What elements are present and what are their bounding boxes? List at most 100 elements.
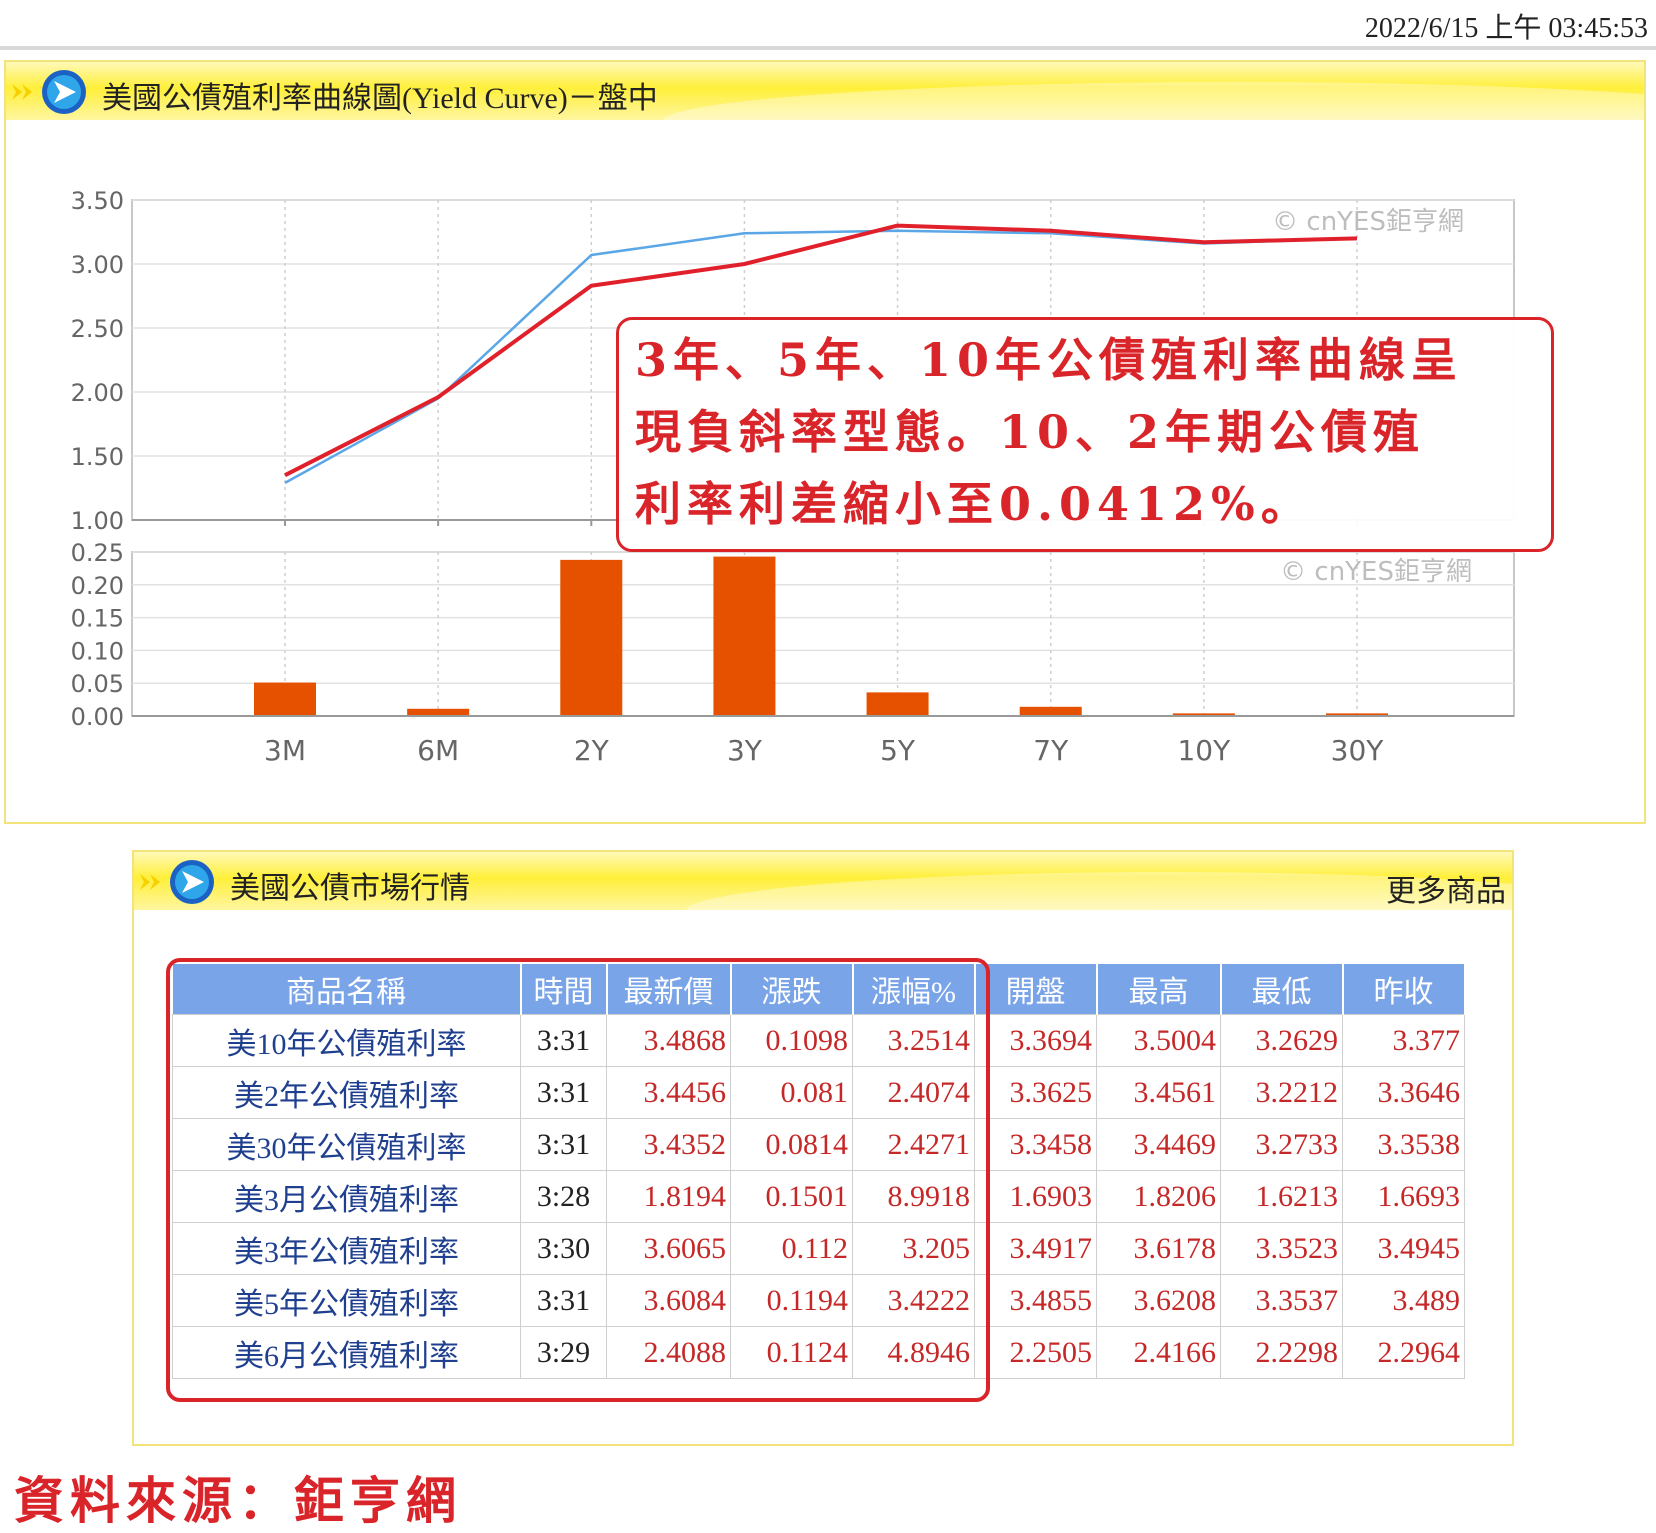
table-cell: 3.2733	[1220, 1118, 1343, 1171]
y-tick-label: 0.00	[71, 703, 124, 731]
table-cell: 0.081	[730, 1066, 853, 1119]
product-name-link[interactable]: 美2年公債殖利率	[172, 1066, 521, 1119]
table-cell: 3.5004	[1096, 1014, 1221, 1067]
product-name-link[interactable]: 美3年公債殖利率	[172, 1222, 521, 1275]
x-tick-label: 10Y	[1177, 734, 1231, 767]
table-cell: 0.112	[730, 1222, 853, 1275]
table-cell: 3.4469	[1096, 1118, 1221, 1171]
table-cell: 2.2964	[1342, 1326, 1465, 1379]
table-cell: 3.6208	[1096, 1274, 1221, 1327]
y-tick-label: 1.00	[71, 507, 124, 535]
table-cell: 3.3646	[1342, 1066, 1465, 1119]
table-cell: 3.4855	[974, 1274, 1097, 1327]
table-cell: 3.6178	[1096, 1222, 1221, 1275]
table-cell: 3.3458	[974, 1118, 1097, 1171]
table-cell: 3.4222	[852, 1274, 975, 1327]
table-row: 美6月公債殖利率 3:29 2.4088 0.1124 4.8946 2.2505 2.41…	[172, 1326, 1465, 1379]
product-name-link[interactable]: 美30年公債殖利率	[172, 1118, 521, 1171]
table-cell: 3.4945	[1342, 1222, 1465, 1275]
more-products-link[interactable]: 更多商品	[1386, 866, 1506, 910]
column-header: 最新價	[606, 964, 732, 1015]
watermark: © cnYES鉅亨網	[1272, 207, 1464, 237]
table-cell: 1.6903	[974, 1170, 1097, 1223]
table-cell: 3.3537	[1220, 1274, 1343, 1327]
table-cell: 3.2514	[852, 1014, 975, 1067]
x-tick-label: 3M	[264, 734, 306, 767]
y-tick-label: 0.05	[71, 670, 124, 698]
y-tick-label: 3.50	[71, 187, 124, 215]
y-tick-label: 0.15	[71, 605, 124, 633]
chart-annotation: 3年、5年、10年公債殖利率曲線呈 現負斜率型態。10、2年期公債殖 利率利差縮…	[616, 317, 1554, 552]
table-cell: 3:31	[520, 1118, 607, 1171]
bar	[407, 708, 470, 716]
x-tick-label: 2Y	[574, 734, 610, 767]
column-header: 漲幅%	[852, 964, 976, 1015]
timestamp: 2022/6/15 上午 03:45:53	[1364, 13, 1648, 44]
bar	[254, 682, 316, 716]
table-cell: 3.2212	[1220, 1066, 1343, 1119]
bar	[866, 692, 929, 716]
table-cell: 1.8206	[1096, 1170, 1221, 1223]
table-cell: 3:30	[520, 1222, 607, 1275]
annotation-line: 現負斜率型態。10、2年期公債殖	[635, 405, 1426, 459]
table-cell: 3.3694	[974, 1014, 1097, 1067]
panel-header: 美國公債市場行情 更多商品	[134, 852, 1512, 910]
column-header: 商品名稱	[172, 964, 522, 1015]
table-cell: 2.4166	[1096, 1326, 1221, 1379]
table-cell: 2.4271	[852, 1118, 975, 1171]
annotation-line: 3年、5年、10年公債殖利率曲線呈	[635, 333, 1464, 387]
table-cell: 0.1194	[730, 1274, 853, 1327]
y-tick-label: 0.20	[71, 572, 124, 600]
table-row: 美10年公債殖利率 3:31 3.4868 0.1098 3.2514 3.3694 3.5…	[172, 1014, 1465, 1067]
x-tick-label: 6M	[417, 734, 459, 767]
product-name-link[interactable]: 美5年公債殖利率	[172, 1274, 521, 1327]
table-cell: 3.2629	[1220, 1014, 1343, 1067]
table-cell: 3.6065	[606, 1222, 731, 1275]
table-cell: 3.4456	[606, 1066, 731, 1119]
table-cell: 3.6084	[606, 1274, 731, 1327]
table-cell: 3:29	[520, 1326, 607, 1379]
product-name-link[interactable]: 美3月公債殖利率	[172, 1170, 521, 1223]
product-name-link[interactable]: 美10年公債殖利率	[172, 1014, 521, 1067]
y-tick-label: 2.50	[71, 315, 124, 343]
table-cell: 0.0814	[730, 1118, 853, 1171]
table-cell: 3:31	[520, 1274, 607, 1327]
table-cell: 1.6213	[1220, 1170, 1343, 1223]
table-cell: 3:28	[520, 1170, 607, 1223]
table-cell: 0.1501	[730, 1170, 853, 1223]
table-cell: 3.377	[1342, 1014, 1465, 1067]
table-cell: 3.489	[1342, 1274, 1465, 1327]
panel-title: 美國公債市場行情	[230, 872, 470, 905]
x-tick-label: 30Y	[1331, 734, 1385, 767]
table-cell: 0.1098	[730, 1014, 853, 1067]
y-tick-label: 0.25	[71, 539, 124, 567]
table-cell: 1.6693	[1342, 1170, 1465, 1223]
table-row: 美3月公債殖利率 3:28 1.8194 0.1501 8.9918 1.6903 1.82…	[172, 1170, 1465, 1223]
quote-table: 商品名稱 時間 最新價 漲跌 漲幅% 開盤 最高 最低 昨收 美10年公債殖利率 3:31 3.48…	[172, 964, 1466, 1379]
table-row: 美5年公債殖利率 3:31 3.6084 0.1194 3.4222 3.4855 3.62…	[172, 1274, 1465, 1327]
source-note: 資料來源：鉅亨網	[14, 1471, 462, 1530]
arrow-badge-icon	[140, 860, 214, 904]
column-header: 昨收	[1342, 964, 1466, 1015]
table-cell: 3.4917	[974, 1222, 1097, 1275]
table-row: 美2年公債殖利率 3:31 3.4456 0.081 2.4074 3.3625 3.456…	[172, 1066, 1465, 1119]
y-tick-label: 1.50	[71, 443, 124, 471]
table-cell: 2.4088	[606, 1326, 731, 1379]
table-cell: 3.205	[852, 1222, 975, 1275]
product-name-link[interactable]: 美6月公債殖利率	[172, 1326, 521, 1379]
table-cell: 3.3523	[1220, 1222, 1343, 1275]
table-cell: 3.3538	[1342, 1118, 1465, 1171]
table-row: 美30年公債殖利率 3:31 3.4352 0.0814 2.4271 3.3458 3.4…	[172, 1118, 1465, 1171]
top-divider	[0, 46, 1656, 50]
table-row: 美3年公債殖利率 3:30 3.6065 0.112 3.205 3.4917 3.6178…	[172, 1222, 1465, 1275]
table-cell: 3.4868	[606, 1014, 731, 1067]
x-tick-label: 5Y	[880, 734, 916, 767]
column-header: 最低	[1220, 964, 1344, 1015]
table-cell: 3:31	[520, 1014, 607, 1067]
table-cell: 2.2505	[974, 1326, 1097, 1379]
y-tick-label: 3.00	[71, 251, 124, 279]
table-cell: 2.4074	[852, 1066, 975, 1119]
column-header: 漲跌	[730, 964, 854, 1015]
table-header-row: 商品名稱 時間 最新價 漲跌 漲幅% 開盤 最高 最低 昨收	[172, 964, 1466, 1015]
market-quotes-panel: 美國公債市場行情 更多商品 商品名稱 時間 最新價 漲跌 漲幅% 開盤 最高 最低 昨收 美10…	[132, 850, 1514, 1446]
